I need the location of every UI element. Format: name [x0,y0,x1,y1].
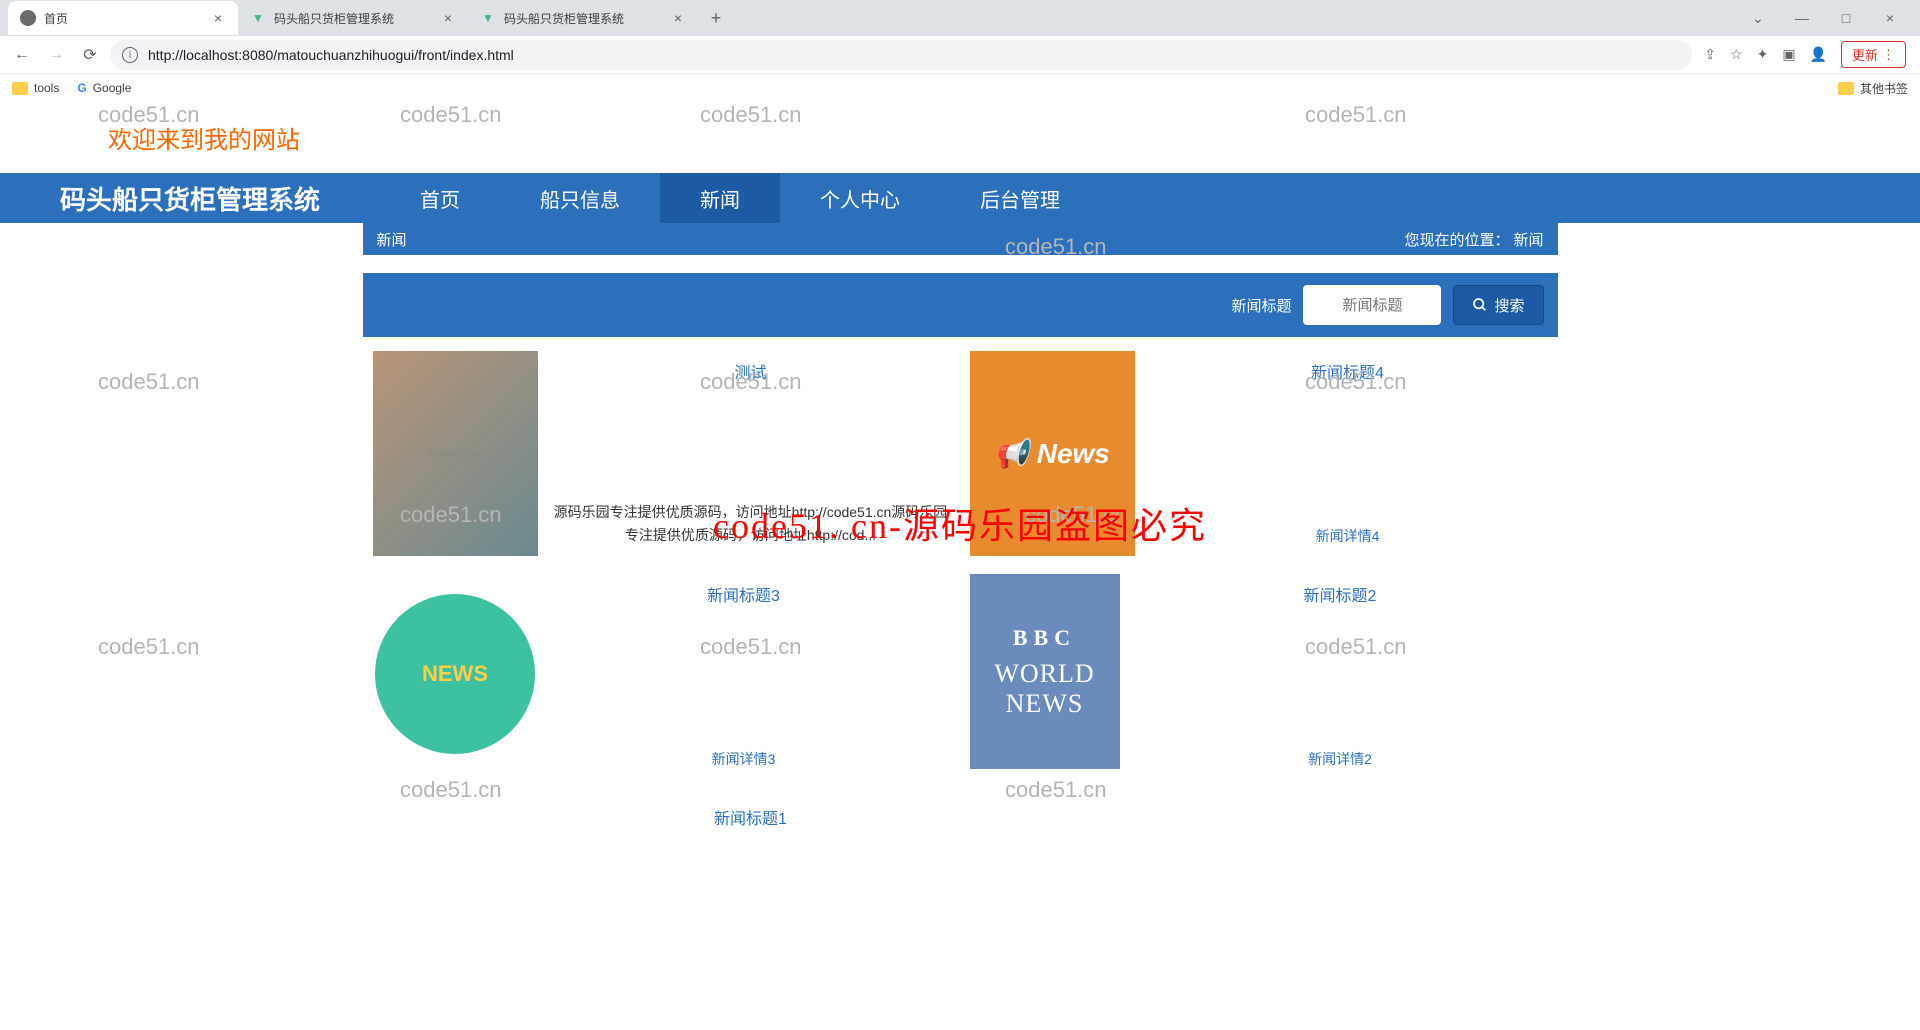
nav-news[interactable]: 新闻 [660,173,780,223]
browser-toolbar: ← → ⟳ http://localhost:8080/matouchuanzh… [0,36,1920,74]
welcome-message: 欢迎来到我的网站 [0,102,1920,173]
news-item: 📢 News 新闻标题4 新闻详情4 [960,351,1557,574]
folder-icon [1838,82,1854,95]
google-icon: G [77,81,86,95]
share-icon[interactable]: ⇪ [1704,46,1716,63]
watermark: code51.cn [98,634,200,660]
breadcrumb-pos-value: 新闻 [1513,229,1543,250]
news-item: 新闻标题1 [363,797,960,1020]
news-title[interactable]: 新闻标题1 [552,805,950,829]
maximize-button[interactable]: □ [1832,4,1860,32]
nav-ship-info[interactable]: 船只信息 [500,173,660,223]
search-icon [1472,297,1488,313]
window-controls: ⌄ — □ × [1744,4,1920,32]
vue-icon: ▼ [250,10,266,26]
search-button[interactable]: 搜索 [1453,285,1543,325]
news-detail-link[interactable]: 新闻详情3 [538,749,950,769]
tab-strip: 首页 × ▼ 码头船只货柜管理系统 × ▼ 码头船只货柜管理系统 × + ⌄ —… [0,0,1920,36]
update-button[interactable]: 更新⋮ [1841,41,1906,68]
breadcrumb-title: 新闻 [377,229,1405,250]
bookmark-google[interactable]: GGoogle [77,81,131,95]
minimize-button[interactable]: — [1788,4,1816,32]
forward-button[interactable]: → [42,41,70,69]
breadcrumb: 新闻 您现在的位置： 新闻 [363,223,1558,255]
search-bar: 新闻标题 搜索 [363,273,1558,337]
reload-button[interactable]: ⟳ [76,41,104,69]
tab-title: 码头船只货柜管理系统 [274,10,440,27]
close-window-button[interactable]: × [1876,4,1904,32]
bookmark-bar: tools GGoogle 其他书签 [0,74,1920,102]
browser-tab-1[interactable]: ▼ 码头船只货柜管理系统 × [238,1,468,35]
tab-title: 码头船只货柜管理系统 [504,10,670,27]
nav-home[interactable]: 首页 [380,173,500,223]
url-text: http://localhost:8080/matouchuanzhihuogu… [148,47,514,63]
watermark: code51.cn [98,369,200,395]
news-title[interactable]: 新闻标题2 [1134,582,1547,606]
news-detail-link[interactable]: 新闻详情4 [1149,526,1547,546]
close-icon[interactable]: × [440,10,456,26]
news-thumbnail[interactable]: 📢 News [970,351,1135,556]
site-brand: 码头船只货柜管理系统 [60,180,320,217]
news-thumbnail[interactable]: BBCWORLDNEWS [970,574,1120,769]
back-button[interactable]: ← [8,41,36,69]
tab-title: 首页 [44,10,210,27]
news-title[interactable]: 测试 [552,359,950,383]
extensions-icon[interactable]: ✦ [1757,46,1769,63]
browser-chrome: 首页 × ▼ 码头船只货柜管理系统 × ▼ 码头船只货柜管理系统 × + ⌄ —… [0,0,1920,102]
news-thumbnail[interactable]: NEWS [373,574,538,779]
close-icon[interactable]: × [210,10,226,26]
news-title[interactable]: 新闻标题4 [1149,359,1547,383]
news-item: BBCWORLDNEWS 新闻标题2 新闻详情2 [960,574,1557,797]
star-icon[interactable]: ☆ [1730,46,1743,63]
close-icon[interactable]: × [670,10,686,26]
news-detail-link[interactable]: 新闻详情2 [1134,749,1547,769]
top-nav: 码头船只货柜管理系统 首页 船只信息 新闻 个人中心 后台管理 [0,173,1920,223]
news-thumbnail[interactable]: anime img [373,351,538,556]
news-title[interactable]: 新闻标题3 [538,582,950,606]
browser-tab-2[interactable]: ▼ 码头船只货柜管理系统 × [468,1,698,35]
folder-icon [12,82,28,95]
news-item: anime img 测试 源码乐园专注提供优质源码，访问地址http://cod… [363,351,960,574]
bookmark-other[interactable]: 其他书签 [1838,80,1908,97]
page-viewport[interactable]: code51.cn code51.cn code51.cn code51.cn … [0,102,1920,1030]
sidepanel-icon[interactable]: ▣ [1782,46,1795,63]
browser-tab-home[interactable]: 首页 × [8,1,238,35]
site-info-icon[interactable] [122,47,138,63]
search-label: 新闻标题 [1231,295,1291,316]
profile-icon[interactable]: 👤 [1810,46,1827,63]
news-grid: anime img 测试 源码乐园专注提供优质源码，访问地址http://cod… [363,351,1558,1020]
vue-icon: ▼ [480,10,496,26]
new-tab-button[interactable]: + [702,4,730,32]
tab-search-icon[interactable]: ⌄ [1744,4,1772,32]
nav-admin[interactable]: 后台管理 [940,173,1100,223]
search-input[interactable] [1303,285,1441,325]
address-bar[interactable]: http://localhost:8080/matouchuanzhihuogu… [110,40,1692,70]
news-desc: 源码乐园专注提供优质源码，访问地址http://code51.cn源码乐园专注提… [552,501,950,546]
news-item: NEWS 新闻标题3 新闻详情3 [363,574,960,797]
breadcrumb-pos-label: 您现在的位置： [1404,229,1509,250]
bookmark-tools[interactable]: tools [12,81,59,95]
globe-icon [20,10,36,26]
nav-profile[interactable]: 个人中心 [780,173,940,223]
